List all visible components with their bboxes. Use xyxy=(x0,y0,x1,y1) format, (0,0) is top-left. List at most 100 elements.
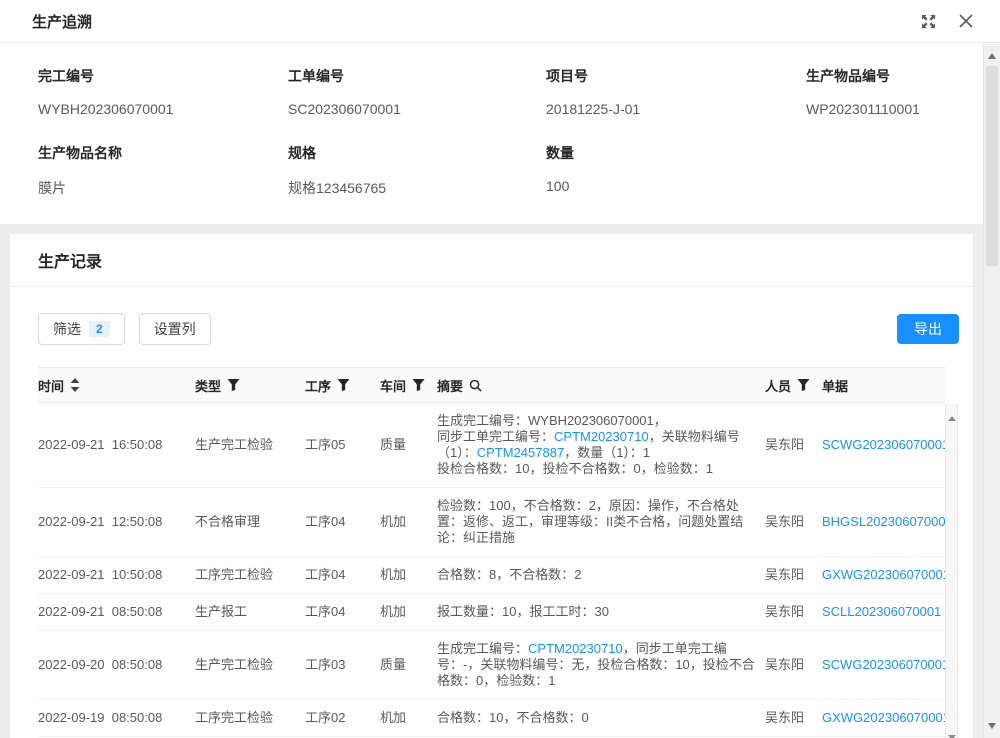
scroll-up-icon[interactable] xyxy=(984,48,1000,64)
cell-person: 吴东阳 xyxy=(765,403,822,487)
field-value: 100 xyxy=(546,178,806,194)
sort-icon[interactable] xyxy=(70,378,80,392)
production-records-card: 生产记录 筛选 2 设置列 导出 时间 xyxy=(10,234,973,738)
field-label: 生产物品名称 xyxy=(38,143,288,163)
cell-workshop: 质量 xyxy=(380,631,437,699)
filter-icon[interactable] xyxy=(797,379,810,391)
cell-person: 吴东阳 xyxy=(765,631,822,699)
cell-summary: 合格数：10，不合格数：0 xyxy=(437,700,765,736)
filter-icon[interactable] xyxy=(227,379,240,391)
cell-time: 2022-09-20 08:50:08 xyxy=(38,631,195,699)
set-columns-button[interactable]: 设置列 xyxy=(139,313,211,345)
field-value: 膜片 xyxy=(38,178,288,198)
column-header-time[interactable]: 时间 xyxy=(38,368,195,402)
filter-button[interactable]: 筛选 2 xyxy=(38,313,125,345)
cell-summary: 生成完工编号：WYBH202306070001， 同步工单完工编号：CPTM20… xyxy=(437,403,765,487)
cell-doc: GXWG202306070001 xyxy=(822,700,945,736)
cell-type: 生产完工检验 xyxy=(195,631,305,699)
column-header-person[interactable]: 人员 xyxy=(765,368,822,402)
column-header-process[interactable]: 工序 xyxy=(305,368,380,402)
summary-link[interactable]: CPTM20230710 xyxy=(554,429,649,444)
cell-summary: 报工数量：10，报工工时：30 xyxy=(437,594,765,630)
records-toolbar: 筛选 2 设置列 导出 xyxy=(10,287,973,367)
field-completion-no: 完工编号 WYBH202306070001 xyxy=(38,66,288,117)
summary-link[interactable]: CPTM20230710 xyxy=(528,641,623,656)
doc-link[interactable]: SCLL202306070001 xyxy=(822,604,941,620)
cell-doc: SCWG202306070001 xyxy=(822,403,945,487)
cell-workshop: 质量 xyxy=(380,403,437,487)
scrollbar-thumb[interactable] xyxy=(986,66,998,266)
field-item-no: 生产物品编号 WP202301110001 xyxy=(806,66,945,117)
search-icon[interactable] xyxy=(469,379,482,392)
cell-type: 不合格审理 xyxy=(195,488,305,556)
field-label: 数量 xyxy=(546,143,806,163)
cell-process: 工序04 xyxy=(305,557,380,593)
modal-scrollbar[interactable] xyxy=(983,44,1000,738)
field-label: 规格 xyxy=(288,143,546,163)
cell-person: 吴东阳 xyxy=(765,700,822,736)
doc-link[interactable]: SCWG202306070001 xyxy=(822,437,945,453)
cell-summary: 检验数：100，不合格数：2，原因：操作，不合格处置：返修、返工，审理等级：II… xyxy=(437,488,765,556)
modal-body: 完工编号 WYBH202306070001 工单编号 SC20230607000… xyxy=(0,44,983,738)
table-row: 2022-09-19 08:50:08工序完工检验工序02机加合格数：10，不合… xyxy=(38,700,945,737)
column-header-summary[interactable]: 摘要 xyxy=(437,368,765,402)
field-project-no: 项目号 20181225-J-01 xyxy=(546,66,806,117)
scroll-down-icon[interactable] xyxy=(984,718,1000,734)
cell-doc: GXWG202306070001 xyxy=(822,557,945,593)
column-label: 类型 xyxy=(195,376,221,395)
scroll-down-icon[interactable] xyxy=(946,729,957,738)
table-body: 2022-09-21 16:50:08生产完工检验工序05质量生成完工编号：WY… xyxy=(38,403,945,738)
cell-process: 工序04 xyxy=(305,488,380,556)
records-title-bar: 生产记录 xyxy=(10,234,973,287)
cell-type: 工序完工检验 xyxy=(195,700,305,736)
export-button[interactable]: 导出 xyxy=(897,314,959,344)
table-header-row: 时间 类型 xyxy=(38,367,945,403)
order-info-card: 完工编号 WYBH202306070001 工单编号 SC20230607000… xyxy=(0,44,983,224)
cell-time: 2022-09-21 10:50:08 xyxy=(38,557,195,593)
table-scrollbar[interactable] xyxy=(945,404,958,738)
cell-person: 吴东阳 xyxy=(765,488,822,556)
close-icon[interactable] xyxy=(958,13,974,29)
cell-process: 工序02 xyxy=(305,700,380,736)
table-row: 2022-09-21 16:50:08生产完工检验工序05质量生成完工编号：WY… xyxy=(38,403,945,488)
cell-time: 2022-09-21 08:50:08 xyxy=(38,594,195,630)
cell-workshop: 机加 xyxy=(380,557,437,593)
cell-doc: SCWG202306070001 xyxy=(822,631,945,699)
section-gap xyxy=(0,224,983,234)
doc-link[interactable]: BHGSL202306070001 xyxy=(822,514,945,530)
field-label: 工单编号 xyxy=(288,66,546,86)
field-label: 项目号 xyxy=(546,66,806,86)
cell-doc: BHGSL202306070001 xyxy=(822,488,945,556)
field-quantity: 数量 100 xyxy=(546,143,806,198)
doc-link[interactable]: GXWG202306070001 xyxy=(822,567,945,583)
table-row: 2022-09-21 08:50:08生产报工工序04机加报工数量：10，报工工… xyxy=(38,594,945,631)
doc-link[interactable]: SCWG202306070001 xyxy=(822,657,945,673)
production-trace-modal: 生产追溯 完工编号 WYBH xyxy=(0,0,1000,738)
field-label: 生产物品编号 xyxy=(806,66,945,86)
modal-header: 生产追溯 xyxy=(0,0,1000,43)
scroll-up-icon[interactable] xyxy=(946,410,957,426)
column-header-workshop[interactable]: 车间 xyxy=(380,368,437,402)
field-label: 完工编号 xyxy=(38,66,288,86)
field-workorder-no: 工单编号 SC202306070001 xyxy=(288,66,546,117)
records-table: 时间 类型 xyxy=(38,367,958,738)
cell-process: 工序05 xyxy=(305,403,380,487)
export-button-label: 导出 xyxy=(914,319,942,339)
cell-summary: 合格数：8，不合格数：2 xyxy=(437,557,765,593)
column-header-type[interactable]: 类型 xyxy=(195,368,305,402)
filter-icon[interactable] xyxy=(337,379,350,391)
column-header-doc: 单据 xyxy=(822,368,945,402)
field-value: WYBH202306070001 xyxy=(38,101,288,117)
doc-link[interactable]: GXWG202306070001 xyxy=(822,710,945,726)
field-value: WP202301110001 xyxy=(806,101,945,117)
filter-icon[interactable] xyxy=(412,379,425,391)
cell-type: 工序完工检验 xyxy=(195,557,305,593)
field-value: 20181225-J-01 xyxy=(546,101,806,117)
expand-icon[interactable] xyxy=(920,13,936,29)
cell-summary: 生成完工编号：CPTM20230710，同步工单完工编号：-，关联物料编号：无，… xyxy=(437,631,765,699)
cell-time: 2022-09-21 16:50:08 xyxy=(38,403,195,487)
column-label: 人员 xyxy=(765,376,791,395)
summary-link[interactable]: CPTM2457887 xyxy=(477,445,564,460)
filter-count-badge: 2 xyxy=(89,321,110,337)
modal-title: 生产追溯 xyxy=(32,11,92,32)
